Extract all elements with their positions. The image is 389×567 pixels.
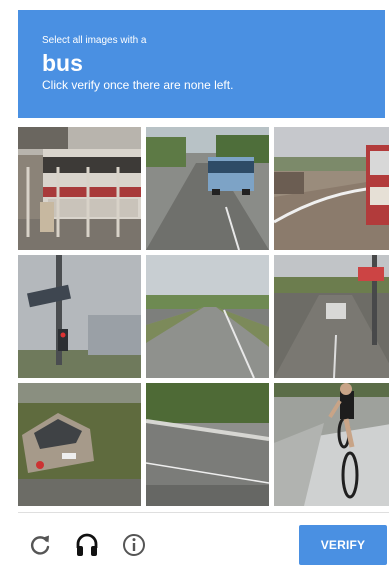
tile-image <box>274 383 389 506</box>
image-tile[interactable] <box>274 255 389 378</box>
image-grid <box>18 127 389 506</box>
tile-image <box>146 127 269 250</box>
image-tile[interactable] <box>146 127 269 250</box>
tile-image <box>18 255 141 378</box>
tile-image <box>18 127 141 250</box>
image-tile[interactable] <box>274 127 389 250</box>
tile-image <box>146 383 269 506</box>
verify-button[interactable]: VERIFY <box>299 525 387 565</box>
footer-divider <box>18 512 389 513</box>
tile-image <box>146 255 269 378</box>
image-tile[interactable] <box>146 383 269 506</box>
tile-image <box>18 383 141 506</box>
instruction-subtext: Click verify once there are none left. <box>42 78 234 92</box>
target-object: bus <box>42 50 83 76</box>
challenge-header: Select all images with a bus Click verif… <box>18 10 385 118</box>
info-icon[interactable] <box>121 532 147 558</box>
image-tile[interactable] <box>18 255 141 378</box>
reload-icon[interactable] <box>27 532 53 558</box>
image-tile[interactable] <box>274 383 389 506</box>
image-tile[interactable] <box>18 383 141 506</box>
recaptcha-challenge: Select all images with a bus Click verif… <box>0 0 389 567</box>
tile-image <box>274 255 389 378</box>
instruction-text: Select all images with a <box>42 35 147 46</box>
image-tile[interactable] <box>18 127 141 250</box>
tile-image <box>274 127 389 250</box>
headphones-icon[interactable] <box>74 532 100 558</box>
image-tile[interactable] <box>146 255 269 378</box>
